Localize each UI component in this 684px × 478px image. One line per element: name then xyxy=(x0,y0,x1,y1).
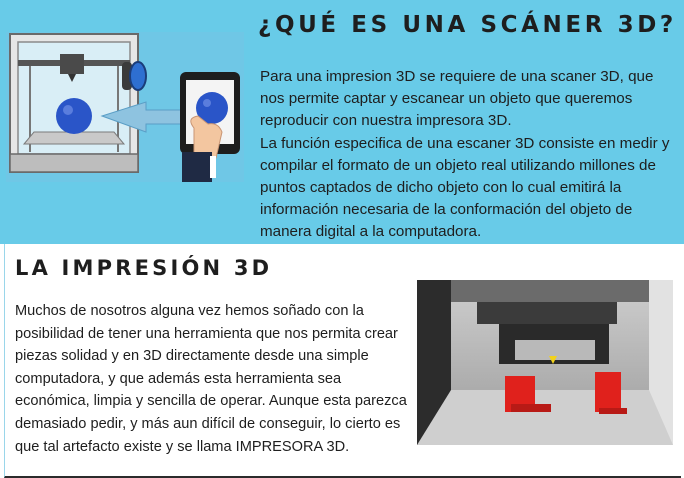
scanner-paragraph-1: Para una impresion 3D se requiere de una… xyxy=(260,68,654,130)
header-band: ¿QUÉ ES UNA SCÁNER 3D? Para una impresio… xyxy=(0,0,684,244)
scanner-illustration xyxy=(6,32,244,182)
scanner-paragraph-2: La función especifica de una escaner 3D … xyxy=(260,134,670,241)
page-title-scanner: ¿QUÉ ES UNA SCÁNER 3D? xyxy=(258,12,677,38)
printer-photo-svg xyxy=(417,280,673,445)
section-title-printing: LA IMPRESIÓN 3D xyxy=(15,256,273,280)
scanner-description: Para una impresion 3D se requiere de una… xyxy=(260,66,680,244)
printer-photo xyxy=(417,280,673,445)
printing-paragraph: Muchos de nosotros alguna vez hemos soña… xyxy=(15,303,407,455)
scanner-illustration-svg xyxy=(9,33,240,182)
printing-section: LA IMPRESIÓN 3D Muchos de nosotros algun… xyxy=(4,244,681,478)
